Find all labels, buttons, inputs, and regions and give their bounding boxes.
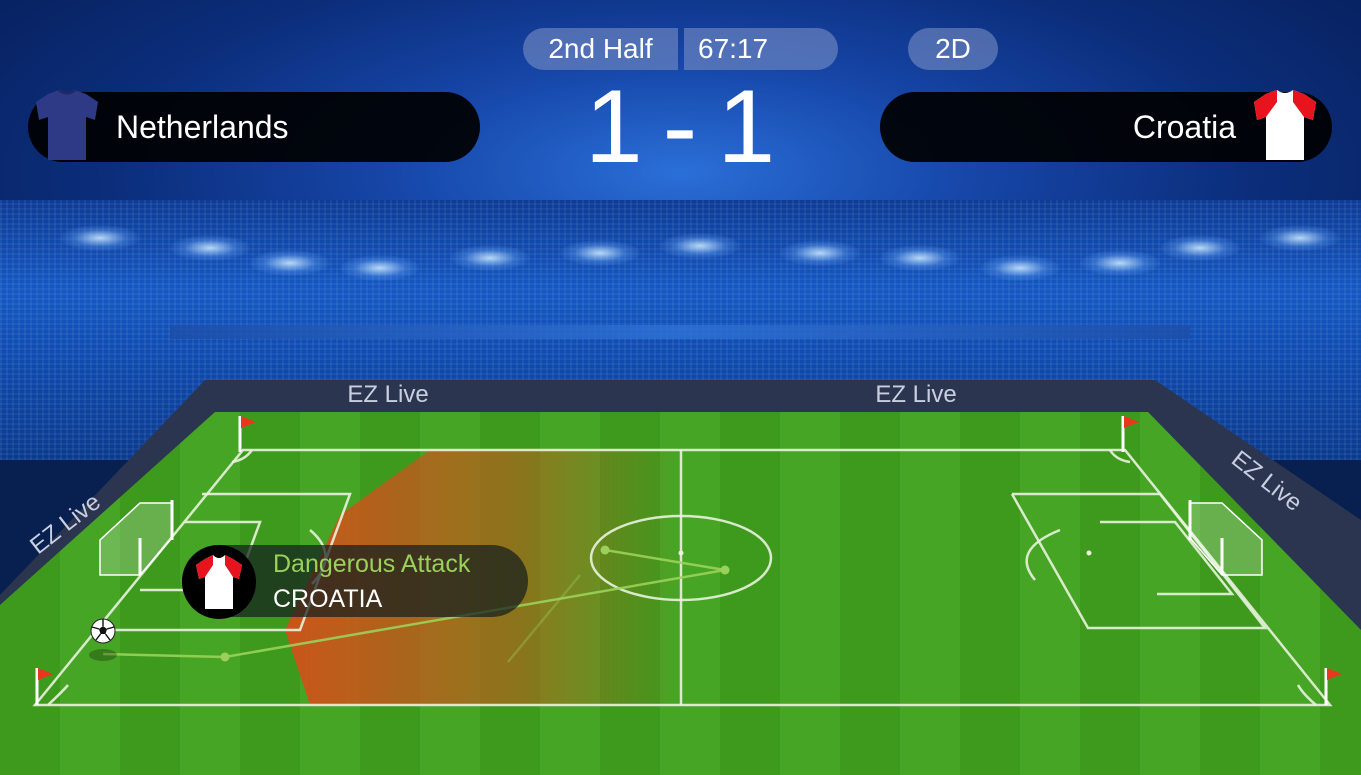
event-team-badge: [182, 545, 256, 619]
home-score: 1: [584, 68, 643, 185]
view-mode-toggle-button[interactable]: 2D: [908, 28, 998, 70]
away-score: 1: [717, 68, 776, 185]
score-separator: -: [662, 68, 698, 185]
away-team-name: Croatia: [1132, 108, 1236, 145]
football-icon: [90, 618, 116, 644]
event-type: Dangerous Attack: [273, 550, 471, 578]
croatia-shirt-icon: [1254, 90, 1316, 160]
match-clock: 67:17: [684, 28, 838, 70]
ad-board-label: EZ Live: [347, 381, 428, 408]
stand-ad-band: [170, 325, 1190, 339]
home-team-name: Netherlands: [116, 108, 289, 145]
stadium-lights: [0, 215, 1361, 281]
ad-board-label: EZ Live: [875, 381, 956, 408]
match-period: 2nd Half: [523, 28, 678, 70]
away-team-pill: Croatia: [880, 90, 1332, 162]
scoreboard: 1 - 1: [560, 69, 800, 185]
croatia-shirt-icon: [196, 555, 242, 609]
home-team-pill: Netherlands: [28, 88, 480, 162]
netherlands-shirt-icon: [36, 88, 98, 160]
event-team: CROATIA: [273, 585, 383, 613]
